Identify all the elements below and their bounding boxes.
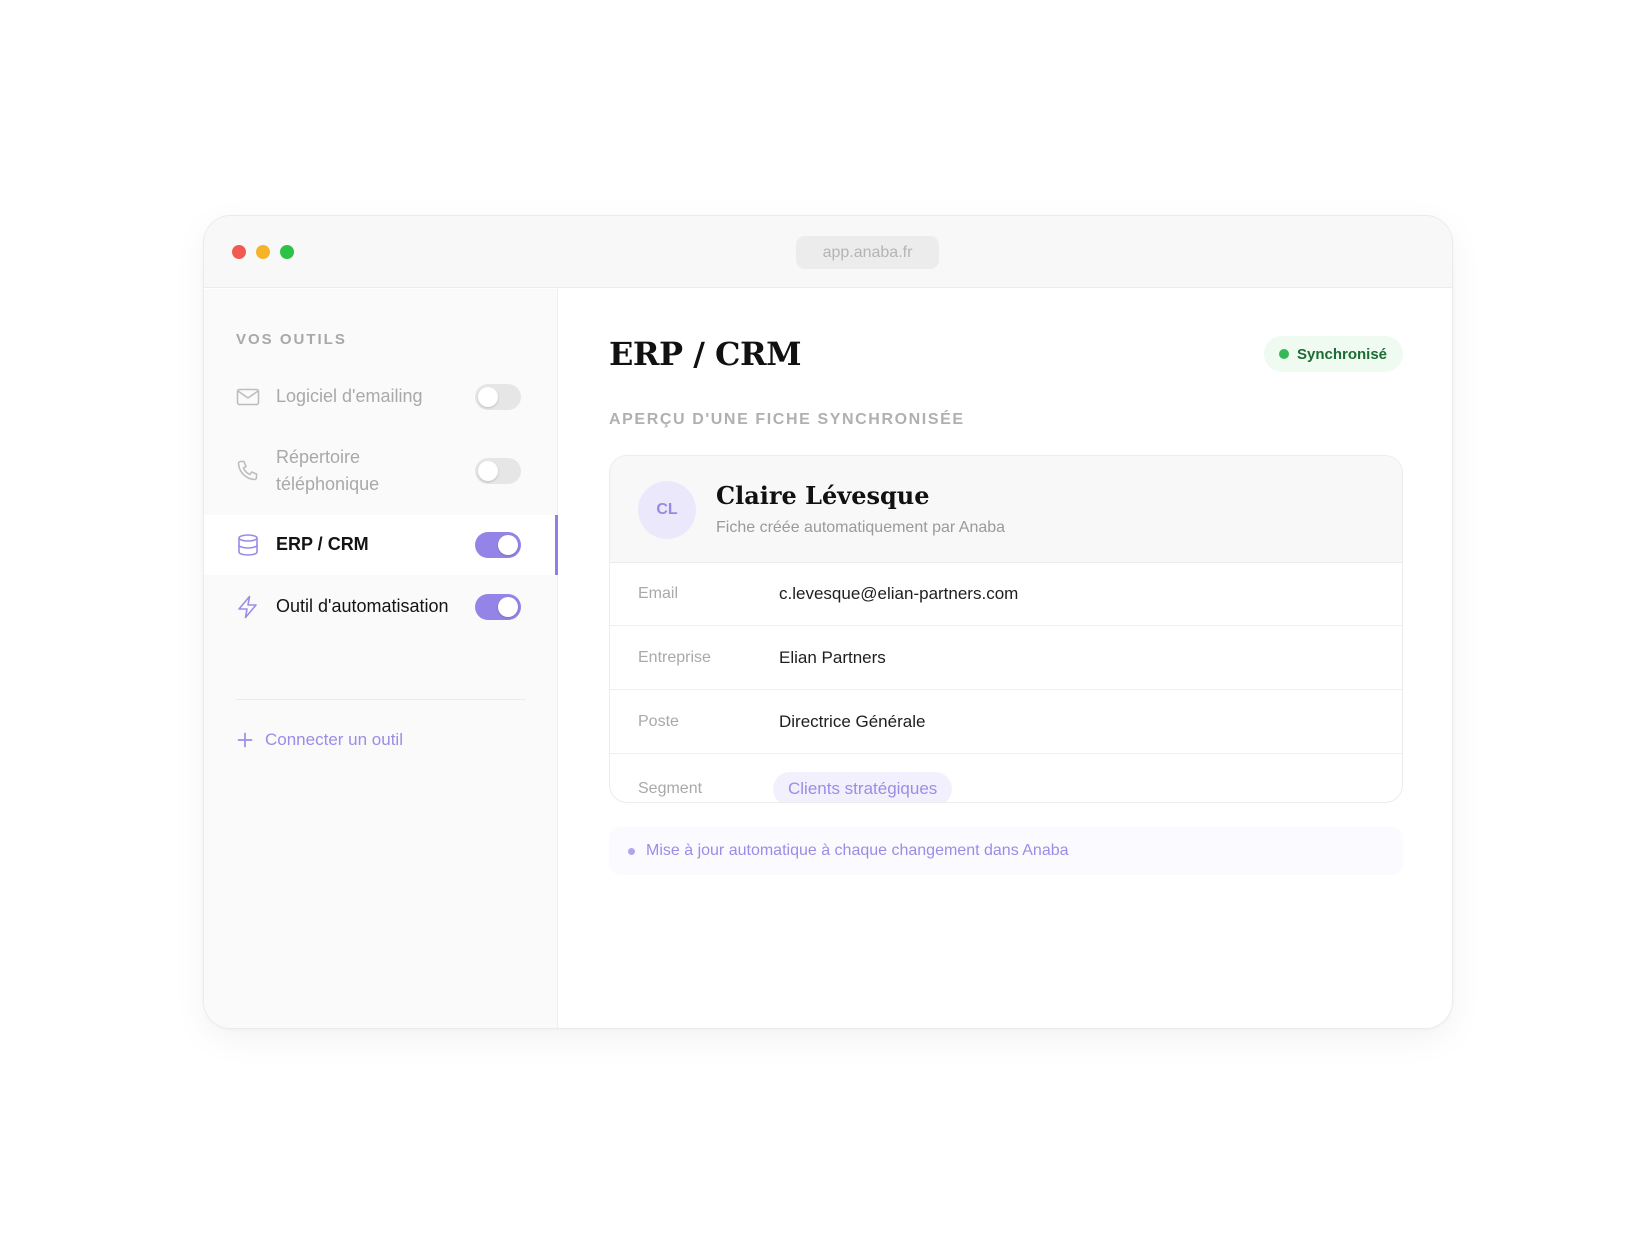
field-row-segment: Segment Clients stratégiques [610,755,1402,802]
sidebar-heading: VOS OUTILS [236,331,347,348]
field-row-company: Entreprise Elian Partners [610,627,1402,690]
toggle-knob [498,597,518,617]
bullet-dot-icon [628,847,635,855]
erp-crm-toggle[interactable] [475,532,521,558]
phone-icon [235,458,261,484]
sidebar: VOS OUTILS Logiciel d'emailing Répertoir… [204,289,558,1028]
sidebar-divider [236,699,526,700]
database-icon [235,532,261,558]
toggle-knob [498,535,518,555]
record-header: CL Claire Lévesque Fiche créée automatiq… [610,456,1402,563]
url-bar[interactable]: app.anaba.fr [796,236,939,269]
toggle-knob [478,387,498,407]
segment-tag: Clients stratégiques [773,772,953,802]
connect-tool-label: Connecter un outil [265,730,403,749]
field-row-position: Poste Directrice Générale [610,691,1402,754]
field-label: Entreprise [638,649,711,666]
emailing-toggle[interactable] [475,384,521,410]
sidebar-item-label: Logiciel d'emailing [276,386,423,406]
lightning-icon [235,594,261,620]
minimize-window-button[interactable] [256,245,270,259]
app-window: app.anaba.fr VOS OUTILS Logiciel d'email… [203,215,1453,1029]
record-name: Claire Lévesque [716,481,930,510]
avatar: CL [638,481,696,539]
status-text: Synchronisé [1296,345,1387,363]
automation-toggle[interactable] [475,594,521,620]
field-label: Poste [638,713,679,730]
sidebar-item-automation[interactable]: Outil d'automatisation [204,577,558,637]
update-note: Mise à jour automatique à chaque changem… [609,827,1403,875]
plus-icon [236,731,254,749]
field-label: Email [638,585,679,602]
field-value-company: Elian Partners [779,648,886,667]
sidebar-item-label-line1: Répertoire [276,447,361,467]
update-note-text: Mise à jour automatique à chaque changem… [646,842,1069,859]
sidebar-item-phone-directory[interactable]: Répertoire téléphonique [204,429,558,513]
title-bar: app.anaba.fr [204,216,1452,288]
status-dot-icon [1278,349,1289,359]
mail-icon [235,384,261,410]
sidebar-item-label: Outil d'automatisation [276,596,449,616]
sidebar-item-erp-crm[interactable]: ERP / CRM [204,515,558,575]
close-window-button[interactable] [232,245,246,259]
main-panel: ERP / CRM Synchronisé APERÇU D'UNE FICHE… [559,289,1452,1028]
status-badge: Synchronisé [1263,336,1403,372]
record-card: CL Claire Lévesque Fiche créée automatiq… [609,455,1403,803]
field-value-email: c.levesque@elian-partners.com [779,584,1019,603]
toggle-knob [478,461,498,481]
page-title: ERP / CRM [609,335,802,373]
connect-tool-link[interactable]: Connecter un outil [236,727,403,753]
field-value-position: Directrice Générale [779,712,926,731]
sidebar-item-label: ERP / CRM [276,534,369,554]
field-row-email: Email c.levesque@elian-partners.com [610,563,1402,626]
sidebar-item-emailing[interactable]: Logiciel d'emailing [204,367,558,427]
section-label: APERÇU D'UNE FICHE SYNCHRONISÉE [609,411,965,428]
maximize-window-button[interactable] [280,245,294,259]
record-subtitle: Fiche créée automatiquement par Anaba [716,519,1006,536]
sidebar-item-label-line2: téléphonique [276,474,380,494]
field-label: Segment [638,780,703,797]
phone-directory-toggle[interactable] [475,458,521,484]
